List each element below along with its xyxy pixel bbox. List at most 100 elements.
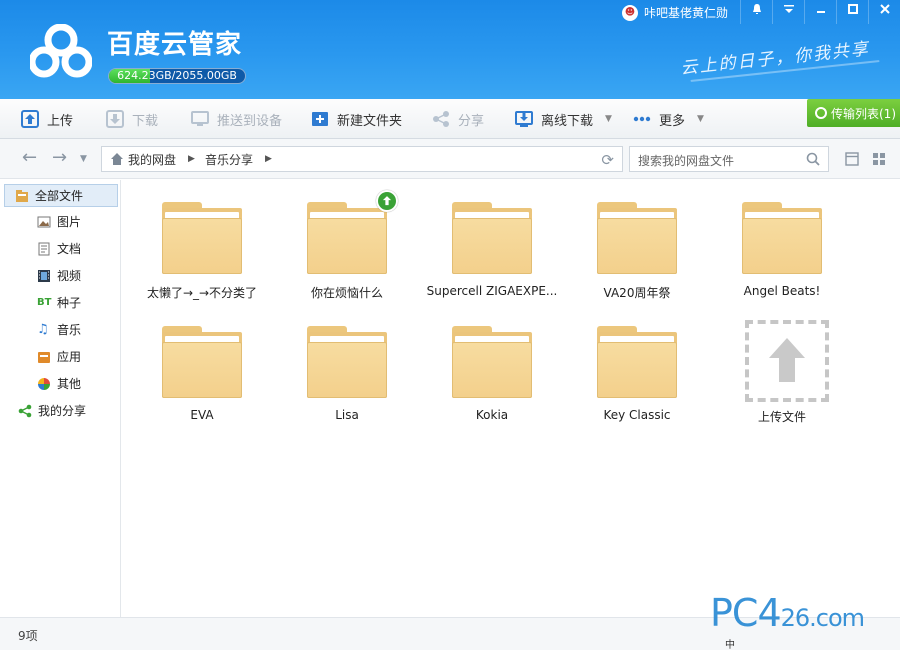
chevron-down-icon: ▼ [605, 114, 612, 124]
dropdown-icon[interactable] [772, 0, 804, 24]
sidebar-item-music[interactable]: ♫ 音乐 [0, 318, 121, 341]
app-title: 百度云管家 [107, 30, 243, 60]
sidebar-item-label: 视频 [57, 269, 82, 283]
back-arrow-icon[interactable]: ← [22, 147, 37, 168]
sidebar-item-videos[interactable]: 视频 [0, 264, 121, 287]
sidebar-item-label: 图片 [57, 215, 82, 229]
offline-download-button[interactable]: 离线下载 ▼ [515, 99, 612, 139]
folder-item[interactable]: 你在烦恼什么 [272, 180, 422, 304]
upload-drop-zone[interactable] [745, 320, 829, 402]
upload-arrow-icon [769, 338, 805, 382]
username: 咔吧基佬黄仁勋 [644, 6, 729, 20]
breadcrumb-separator-icon[interactable]: ▶ [265, 154, 272, 164]
new-folder-icon [312, 112, 328, 126]
download-button[interactable]: 下载 [106, 99, 158, 139]
folder-icon [162, 202, 242, 276]
folder-name: VA20周年祭 [603, 286, 671, 300]
maximize-icon[interactable] [836, 0, 868, 24]
breadcrumb-root-label: 我的网盘 [128, 152, 177, 167]
folder-name: Angel Beats! [743, 284, 821, 298]
push-to-device-button[interactable]: 推送到设备 [191, 99, 282, 139]
music-icon: ♫ [37, 321, 49, 337]
folder-item[interactable]: Key Classic [562, 304, 712, 428]
more-icon [633, 116, 651, 122]
device-icon [191, 111, 209, 126]
watermark-logo: PC426.com [710, 591, 865, 635]
notify-icon[interactable] [740, 0, 772, 24]
baidu-cloud-logo [30, 24, 92, 78]
breadcrumb-root[interactable]: 我的网盘 [102, 151, 176, 168]
sidebar-item-torrents[interactable]: BT 种子 [0, 291, 121, 314]
folder-item[interactable]: Supercell ZIGAEXPE... [417, 180, 567, 304]
folder-name: EVA [190, 408, 214, 422]
sidebar-item-my-share[interactable]: 我的分享 [0, 399, 121, 422]
share-button[interactable]: 分享 [432, 99, 484, 139]
bt-icon: BT [37, 296, 52, 308]
breadcrumb-separator-icon[interactable]: ▶ [188, 154, 195, 164]
more-label: 更多 [659, 113, 686, 129]
folder-icon [742, 202, 822, 276]
offline-download-label: 离线下载 [541, 113, 594, 129]
sidebar-item-label: 我的分享 [38, 404, 87, 418]
folder-name: 太懒了→_→不分类了 [146, 286, 258, 300]
folder-name: 你在烦恼什么 [310, 286, 383, 300]
storage-quota-text: 624.23GB/2055.00GB [117, 69, 237, 82]
folder-item[interactable]: EVA [127, 304, 277, 428]
upload-file-tile[interactable]: 上传文件 [707, 304, 857, 428]
video-icon [38, 269, 50, 282]
close-icon[interactable] [868, 0, 900, 24]
folder-name: Key Classic [603, 408, 671, 422]
folder-item[interactable]: Angel Beats! [707, 180, 857, 304]
forward-arrow-icon[interactable]: → [52, 147, 67, 168]
transfer-list-button[interactable]: 传输列表(1) [807, 99, 900, 127]
sidebar-item-label: 应用 [57, 350, 82, 364]
folder-icon [597, 202, 677, 276]
sidebar-item-all-files[interactable]: 全部文件 [4, 184, 118, 207]
sidebar-item-documents[interactable]: 文档 [0, 237, 121, 260]
folder-name: Supercell ZIGAEXPE... [426, 284, 558, 298]
folder-item[interactable]: 太懒了→_→不分类了 [127, 180, 277, 304]
history-chevron-down-icon[interactable]: ▼ [80, 154, 87, 164]
folder-item[interactable]: VA20周年祭 [562, 180, 712, 304]
new-folder-button[interactable]: 新建文件夹 [311, 99, 402, 139]
folder-name: Lisa [335, 408, 359, 422]
sidebar-item-label: 音乐 [57, 323, 82, 337]
folder-item[interactable]: Kokia [417, 304, 567, 428]
folder-icon [452, 326, 532, 400]
list-view-icon[interactable] [845, 152, 859, 166]
sidebar-item-others[interactable]: 其他 [0, 372, 121, 395]
upload-badge-icon [376, 190, 398, 212]
offline-download-icon [515, 111, 533, 127]
breadcrumb: 我的网盘 ▶ 音乐分享 ▶ ⟳ [101, 146, 623, 172]
new-folder-label: 新建文件夹 [337, 113, 403, 129]
user-account[interactable]: ☻ 咔吧基佬黄仁勋 [622, 4, 728, 21]
breadcrumb-current[interactable]: 音乐分享 [205, 151, 253, 168]
picture-icon [37, 216, 51, 227]
sidebar-item-label: 种子 [57, 296, 82, 310]
sidebar-item-apps[interactable]: 应用 [0, 345, 121, 368]
search-icon[interactable] [806, 152, 820, 166]
file-grid: 太懒了→_→不分类了 你在烦恼什么 Supercell ZIGAEXPE... … [122, 180, 900, 617]
watermark-brand: PC4 [710, 591, 782, 635]
folder-item[interactable]: Lisa [272, 304, 422, 428]
other-icon [38, 377, 50, 390]
search-input[interactable]: 搜索我的网盘文件 [629, 146, 829, 172]
storage-quota-bar: 624.23GB/2055.00GB [108, 68, 246, 84]
folder-icon [307, 202, 387, 276]
chevron-down-icon: ▼ [697, 114, 704, 124]
transfer-status-icon [815, 107, 827, 119]
sidebar-item-label: 文档 [57, 242, 82, 256]
sidebar: 全部文件 图片 文档 视频 BT 种子 ♫ 音乐 应用 其他 我的分享 [0, 180, 121, 617]
title-bar: 百度云管家 624.23GB/2055.00GB 云上的日子，你我共享 ☻ 咔吧… [0, 0, 900, 99]
upload-file-label: 上传文件 [757, 410, 806, 424]
document-icon [38, 242, 50, 255]
sidebar-item-pictures[interactable]: 图片 [0, 210, 121, 233]
upload-label: 上传 [47, 113, 74, 129]
minimize-icon[interactable] [804, 0, 836, 24]
more-button[interactable]: 更多 ▼ [633, 99, 704, 139]
transfer-list-label: 传输列表(1) [831, 106, 896, 121]
grid-view-icon[interactable] [872, 152, 886, 166]
refresh-icon[interactable]: ⟳ [601, 151, 614, 169]
upload-button[interactable]: 上传 [21, 99, 73, 139]
share-label: 分享 [458, 113, 485, 129]
